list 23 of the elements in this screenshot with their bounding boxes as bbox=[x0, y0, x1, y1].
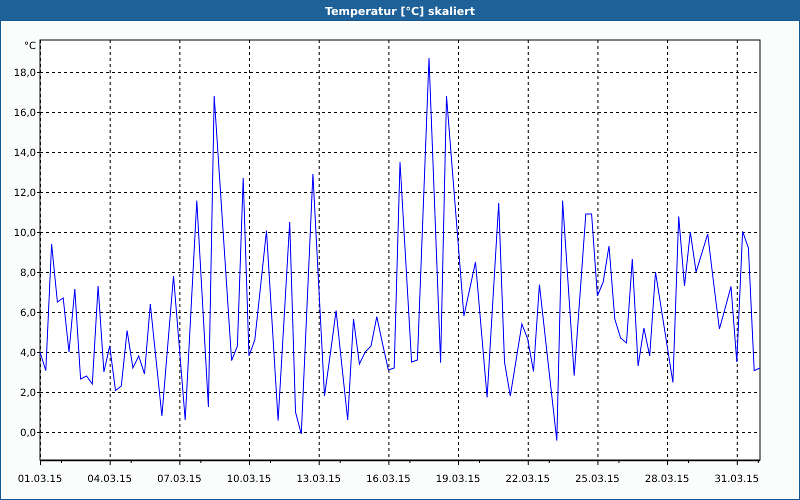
y-tick-label: 0,0 bbox=[20, 428, 36, 439]
y-tick-label: 18,0 bbox=[14, 68, 36, 79]
y-tick-label: 10,0 bbox=[14, 228, 36, 239]
x-tick-label: 22.03.15 bbox=[505, 474, 550, 485]
window-title: Temperatur [°C] skaliert bbox=[1, 1, 799, 21]
unit-label: °C bbox=[24, 41, 36, 52]
y-tick-label: 16,0 bbox=[14, 108, 36, 119]
x-tick-label: 25.03.15 bbox=[575, 474, 620, 485]
x-tick-label: 01.03.15 bbox=[18, 474, 62, 485]
x-tick-label: 07.03.15 bbox=[157, 474, 202, 485]
y-tick-label: 14,0 bbox=[14, 148, 36, 159]
x-tick-label: 04.03.15 bbox=[87, 474, 132, 485]
y-tick-label: 4,0 bbox=[20, 348, 36, 359]
y-tick-label: 12,0 bbox=[14, 188, 36, 199]
x-tick-label: 13.03.15 bbox=[296, 474, 341, 485]
x-tick-label: 28.03.15 bbox=[644, 474, 690, 485]
y-tick-label: 2,0 bbox=[20, 388, 36, 399]
x-tick-label: 10.03.15 bbox=[226, 474, 272, 485]
y-tick-label: 6,0 bbox=[20, 308, 36, 319]
x-tick-label: 19.03.15 bbox=[436, 474, 480, 485]
x-tick-label: 31.03.15 bbox=[714, 474, 760, 485]
y-tick-label: 8,0 bbox=[20, 268, 36, 279]
x-tick-label: 16.03.15 bbox=[366, 474, 411, 485]
